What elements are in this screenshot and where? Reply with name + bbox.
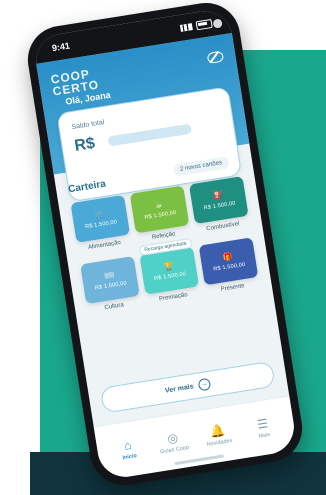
tile-value: R$ 1.500,00 [94, 280, 128, 291]
tile-value: R$ 1.500,00 [203, 199, 236, 211]
fuel-icon: ⛽ [212, 189, 224, 201]
wallet-tile-card[interactable]: ⛽ R$ 1.500,00 [188, 176, 249, 225]
wallet-tile-presente[interactable]: 🎁 R$ 1.500,00 Presente [198, 237, 260, 295]
wallet-tile-cultura[interactable]: 🎟 R$ 1.500,00 Cultura [80, 256, 141, 314]
wallet-tile-card[interactable]: Recarga agendada 🏆 R$ 1.500,00 [138, 237, 200, 295]
nav-item-mais[interactable]: ☰ Mais [240, 414, 287, 442]
tile-label: Refeição [151, 231, 176, 241]
nav-label: Mais [258, 431, 271, 440]
tile-label: Premiação [158, 292, 189, 303]
wallet-tile-card[interactable]: ☕ R$ 1.500,00 [129, 185, 190, 234]
cart-icon: 🛒 [93, 208, 106, 220]
gift-icon: 🎁 [222, 251, 234, 262]
status-icons [179, 18, 213, 32]
tile-label: Cultura [104, 302, 125, 312]
wallet-tile-card[interactable]: 🛒 R$ 1.500,00 [70, 194, 131, 243]
nav-label: Início [122, 452, 138, 461]
tile-value: R$ 1.500,00 [84, 218, 118, 230]
wallet-grid: 🛒 R$ 1.500,00 Alimentação ☕ R$ 1.500,00 … [70, 176, 259, 314]
home-icon: ⌂ [123, 437, 133, 453]
home-indicator [174, 454, 225, 466]
ticket-icon: 🎟 [103, 269, 115, 281]
arrow-right-icon: → [197, 377, 212, 392]
signal-icon [179, 22, 193, 32]
battery-icon [195, 18, 213, 30]
bell-icon: 🔔 [209, 422, 227, 439]
wallet-tile-alimentacao[interactable]: 🛒 R$ 1.500,00 Alimentação [70, 194, 131, 253]
tile-value: R$ 1.500,00 [153, 270, 187, 282]
wallet-tile-card[interactable]: 🎁 R$ 1.500,00 [198, 237, 259, 286]
tile-value: R$ 1.500,00 [144, 209, 177, 221]
trophy-icon: 🏆 [162, 260, 175, 271]
nav-item-guias[interactable]: ◎ Guias Coop [150, 428, 197, 456]
hide-balance-icon[interactable] [206, 50, 225, 64]
cup-icon: ☕ [154, 199, 163, 210]
nav-item-novidades[interactable]: 🔔 Novidades [195, 421, 242, 449]
see-more-label: Ver mais [164, 382, 195, 395]
wallet-tile-premiacao[interactable]: Recarga agendada 🏆 R$ 1.500,00 Premiação [138, 237, 200, 305]
nav-label: Novidades [206, 437, 233, 448]
tile-label: Presente [220, 283, 246, 293]
nav-item-inicio[interactable]: ⌂ Início [105, 435, 152, 463]
wallet-tile-card[interactable]: 🎟 R$ 1.500,00 [80, 256, 140, 305]
nav-label: Guias Coop [159, 444, 190, 455]
menu-icon: ☰ [256, 415, 269, 432]
tile-value: R$ 1.500,00 [212, 261, 246, 273]
balance-currency: R$ [73, 134, 97, 155]
location-icon: ◎ [166, 429, 179, 446]
tile-label: Combustível [206, 221, 240, 233]
balance-hidden-value [107, 123, 193, 147]
tile-label: Alimentação [87, 239, 122, 252]
status-time: 9:41 [51, 40, 71, 54]
wallet-section: Carteira 🛒 R$ 1.500,00 Alimentação ☕ R$ … [67, 157, 259, 314]
wallet-tile-combustivel[interactable]: ⛽ R$ 1.500,00 Combustível [188, 176, 250, 234]
balance-label: Saldo total [71, 119, 105, 132]
wallet-tile-refeicao[interactable]: ☕ R$ 1.500,00 Refeição [129, 185, 191, 243]
